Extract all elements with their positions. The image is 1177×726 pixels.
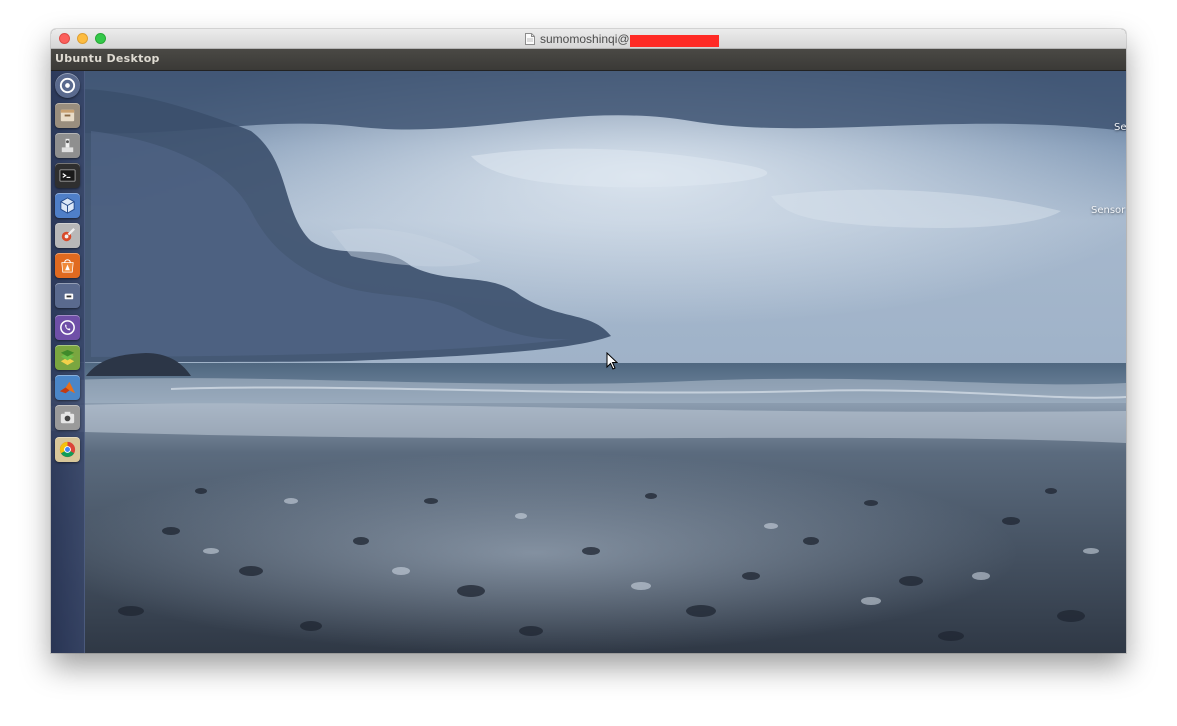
software-center-icon: [61, 259, 74, 273]
unity-launcher: [51, 71, 85, 653]
close-button[interactable]: [59, 33, 70, 44]
redaction-bar: [630, 35, 719, 47]
launcher-item-drive[interactable]: [55, 283, 80, 308]
virtualbox-icon: [60, 197, 75, 214]
launcher-item-system-settings[interactable]: [55, 223, 80, 248]
launcher-item-camera[interactable]: [55, 405, 80, 430]
system-settings-icon: [61, 228, 75, 242]
ubuntu-desktop[interactable]: Se Sensor: [51, 71, 1126, 653]
mouse-pointer: [606, 352, 618, 370]
launcher-item-files[interactable]: [55, 103, 80, 128]
terminal-icon: [59, 169, 76, 182]
window-title-group: sumomoshinqi@: [525, 29, 630, 48]
launcher-item-maps[interactable]: [55, 345, 80, 370]
launcher-item-system-tool[interactable]: [55, 133, 80, 158]
minimize-button[interactable]: [77, 33, 88, 44]
system-tool-icon: [61, 138, 74, 153]
launcher-item-dash[interactable]: [55, 73, 80, 98]
launcher-item-matlab[interactable]: [55, 375, 80, 400]
sensor-widget-label-2: Sensor: [1091, 205, 1126, 216]
beach-wallpaper: [51, 71, 1126, 653]
chrome-icon: [59, 441, 76, 458]
vm-window: sumomoshinqi@ Ubuntu Desktop Se Sensor: [51, 29, 1126, 653]
launcher-item-terminal[interactable]: [55, 163, 80, 188]
launcher-item-viber[interactable]: [55, 315, 80, 340]
launcher-item-chrome[interactable]: [55, 437, 80, 462]
viber-icon: [60, 320, 75, 335]
matlab-icon: [59, 381, 76, 394]
files-icon: [60, 109, 75, 122]
camera-icon: [60, 411, 75, 424]
drive-icon: [64, 293, 74, 300]
launcher-item-virtualbox[interactable]: [55, 193, 80, 218]
zoom-button[interactable]: [95, 33, 106, 44]
maps-icon: [60, 349, 75, 366]
ubuntu-window-title: Ubuntu Desktop: [55, 52, 160, 65]
mac-titlebar[interactable]: sumomoshinqi@: [51, 29, 1126, 49]
launcher-item-software-center[interactable]: [55, 253, 80, 278]
document-icon: [525, 32, 535, 45]
dash-home-icon: [59, 77, 76, 94]
window-title: sumomoshinqi@: [540, 31, 630, 46]
sensor-widget-label-1: Se: [1114, 122, 1126, 133]
ubuntu-top-panel[interactable]: Ubuntu Desktop: [51, 49, 1126, 71]
